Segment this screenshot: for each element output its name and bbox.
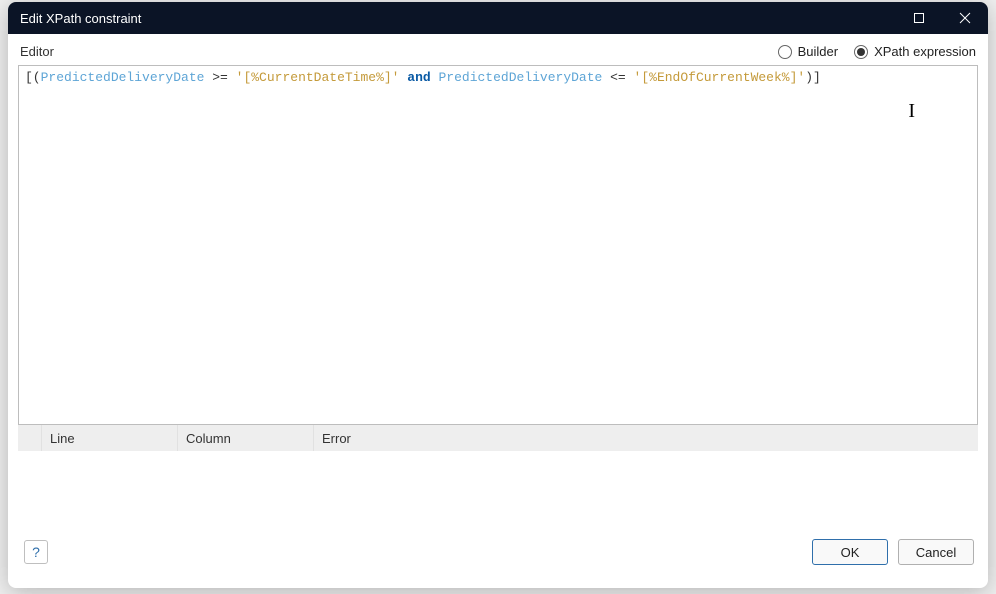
dialog-content: Editor Builder XPath expression [(Predic… [8, 34, 988, 588]
code-token: '[%EndOfCurrentWeek%]' [634, 70, 806, 85]
radio-builder[interactable]: Builder [778, 44, 838, 59]
xpath-code-editor[interactable]: [(PredictedDeliveryDate >= '[%CurrentDat… [18, 65, 978, 425]
ok-button-label: OK [841, 545, 860, 560]
editor-mode-radio-group: Builder XPath expression [778, 44, 976, 59]
radio-xpath-label: XPath expression [874, 44, 976, 59]
help-button[interactable]: ? [24, 540, 48, 564]
window-controls [896, 2, 988, 34]
code-token: <= [602, 70, 633, 85]
error-table-body [18, 451, 978, 535]
radio-xpath[interactable]: XPath expression [854, 44, 976, 59]
code-token: >= [204, 70, 235, 85]
error-col-column[interactable]: Column [178, 425, 314, 451]
code-token: PredictedDeliveryDate [41, 70, 205, 85]
code-token: and [399, 70, 438, 85]
editor-header-row: Editor Builder XPath expression [18, 44, 978, 59]
text-cursor-icon: I [908, 102, 915, 120]
cancel-button[interactable]: Cancel [898, 539, 974, 565]
titlebar: Edit XPath constraint [8, 2, 988, 34]
error-col-line[interactable]: Line [42, 425, 178, 451]
error-table-header: Line Column Error [18, 425, 978, 451]
radio-xpath-icon [854, 45, 868, 59]
radio-builder-label: Builder [798, 44, 838, 59]
dialog-footer: ? OK Cancel [18, 535, 978, 575]
code-token: [( [25, 70, 41, 85]
cancel-button-label: Cancel [916, 545, 956, 560]
error-col-error[interactable]: Error [314, 425, 978, 451]
code-token: '[%CurrentDateTime%]' [236, 70, 400, 85]
maximize-button[interactable] [896, 2, 942, 34]
ok-button[interactable]: OK [812, 539, 888, 565]
xpath-constraint-dialog: Edit XPath constraint Editor Builder XPa… [8, 2, 988, 588]
error-table: Line Column Error [18, 425, 978, 535]
editor-label: Editor [20, 44, 778, 59]
radio-builder-icon [778, 45, 792, 59]
code-token: PredictedDeliveryDate [439, 70, 603, 85]
close-button[interactable] [942, 2, 988, 34]
help-icon: ? [32, 544, 40, 560]
error-col-icon[interactable] [18, 425, 42, 451]
code-token: )] [805, 70, 821, 85]
window-title: Edit XPath constraint [20, 11, 896, 26]
